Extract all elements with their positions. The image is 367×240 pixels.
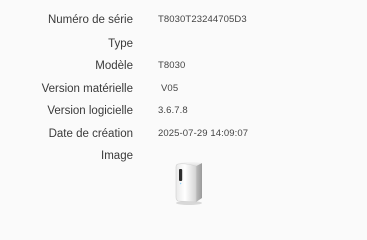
creation-date-label: Date de création <box>48 128 133 140</box>
type-label: Type <box>108 38 133 50</box>
model-label: Modèle <box>95 60 133 72</box>
creation-date-row: Date de création 2025-07-29 14:09:07 <box>0 123 367 145</box>
model-row: Modèle T8030 <box>0 55 367 77</box>
hardware-version-label: Version matérielle <box>41 83 133 95</box>
model-value: T8030 <box>158 60 186 71</box>
device-info-panel: Numéro de série T8030T23244705D3 Type Mo… <box>0 0 367 240</box>
serial-number-row: Numéro de série T8030T23244705D3 <box>0 9 367 31</box>
creation-date-value: 2025-07-29 14:09:07 <box>158 128 249 139</box>
serial-number-label: Numéro de série <box>47 14 133 26</box>
type-row: Type <box>0 33 367 55</box>
serial-number-value: T8030T23244705D3 <box>158 14 247 25</box>
homebase-device-icon <box>172 160 206 206</box>
hardware-version-value: V05 <box>161 83 179 94</box>
image-label: Image <box>101 150 133 162</box>
software-version-label: Version logicielle <box>47 105 133 117</box>
hardware-version-row: Version matérielle V05 <box>0 78 367 100</box>
software-version-value: 3.6.7.8 <box>158 105 188 116</box>
software-version-row: Version logicielle 3.6.7.8 <box>0 100 367 122</box>
